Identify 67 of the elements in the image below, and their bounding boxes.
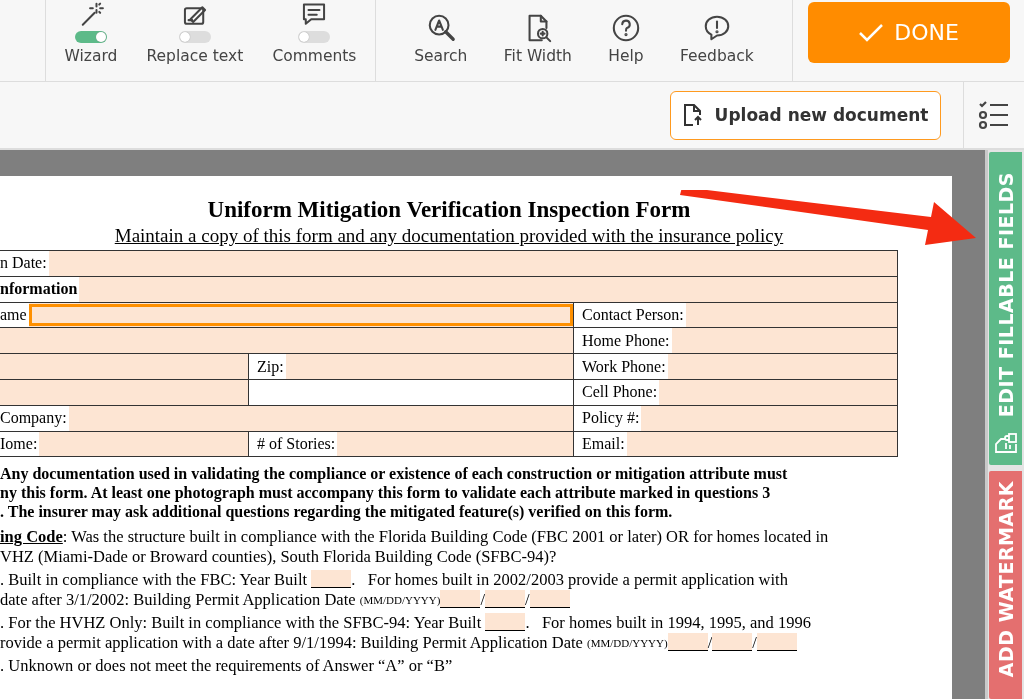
toggle-switch[interactable] xyxy=(298,31,331,43)
form-field[interactable]: Email: xyxy=(573,431,897,457)
form-field[interactable]: Contact Person: xyxy=(573,302,897,328)
form-field[interactable]: Iome: xyxy=(0,431,248,457)
answer-text: / xyxy=(525,590,530,611)
answer-text: . Unknown or does not meet the requirements of Answer “A” or “B” xyxy=(0,656,453,677)
form-title: Uniform Mitigation Verification Inspection Form xyxy=(206,196,692,224)
toolbar-button[interactable]: Feedback xyxy=(675,0,758,81)
field-label: Home Phone: xyxy=(574,328,672,354)
form-field[interactable]: n Date: xyxy=(0,251,897,276)
form-field[interactable]: # of Stories: xyxy=(248,431,573,457)
field-label: Policy #: xyxy=(574,405,642,431)
document-lock-icon xyxy=(993,432,1018,454)
form-field[interactable]: ame xyxy=(0,302,573,328)
toolbar-button[interactable]: Replace text xyxy=(142,0,248,81)
toolbar-button[interactable]: Help xyxy=(604,0,648,81)
answer-text: / xyxy=(752,633,757,654)
toolbar-button[interactable]: Search xyxy=(410,0,472,81)
toolbar-button[interactable]: Comments xyxy=(268,0,361,81)
toggle-switch[interactable] xyxy=(74,31,107,43)
form-field[interactable]: Policy #: xyxy=(573,405,897,431)
form-field[interactable]: Work Phone: xyxy=(573,354,897,379)
tool-label: Replace text xyxy=(146,47,244,65)
tool-label: Wizard xyxy=(64,47,118,65)
field-label: Company: xyxy=(0,405,69,431)
toolbar-button[interactable]: Wizard xyxy=(60,0,122,81)
question-text: VHZ (Miami-Dade or Broward counties), South Florida Building Code (SFBC-94)? xyxy=(0,547,558,568)
form-field[interactable] xyxy=(0,354,248,379)
field-label: Contact Person: xyxy=(574,302,686,328)
notice-text: Any documentation used in validating the compliance or existence of each construction or mitigation attribute must xyxy=(0,464,789,484)
notice-text: ny this form. At least one photograph must accompany this form to validate each attribute marked in questions 3 xyxy=(0,483,772,503)
answer-text: . For homes built in 1994, 1995, and 1996 xyxy=(525,613,811,634)
field-label: Email: xyxy=(574,431,627,457)
answer-text: . For the HVHZ Only: Built in compliance with the SFBC-94: Year Built xyxy=(0,613,483,634)
field-label: n Date: xyxy=(0,251,49,276)
answer-text: . Built in compliance with the FBC: Year Built xyxy=(0,570,309,591)
form-field[interactable] xyxy=(0,328,573,354)
answer-text: . For homes built in 2002/2003 provide a permit application with xyxy=(351,570,788,591)
date-format-hint: (MM/DD/YYYY) xyxy=(359,593,441,609)
field-label: Cell Phone: xyxy=(574,380,660,405)
form-field[interactable] xyxy=(0,380,248,405)
date-format-hint: (MM/DD/YYYY) xyxy=(587,636,668,652)
upload-button[interactable]: Upload new document xyxy=(670,90,941,140)
form-field[interactable]: Company: xyxy=(0,405,573,431)
answer-text: date after 3/1/2002: Building Permit Application Date xyxy=(0,590,357,611)
form-field[interactable]: nformation xyxy=(0,276,897,302)
toggle-switch[interactable] xyxy=(178,31,211,43)
check-icon xyxy=(858,22,885,43)
form-subtitle: Maintain a copy of this form and any documentation provided with the insurance policy xyxy=(113,224,785,248)
help-icon xyxy=(610,13,641,43)
field-label: Work Phone: xyxy=(574,354,668,379)
field-label: # of Stories: xyxy=(249,431,338,457)
toolbar-button[interactable]: Fit Width xyxy=(499,0,576,81)
form-field[interactable]: Zip: xyxy=(248,354,573,379)
field-label: Iome: xyxy=(0,431,40,457)
tool-label: Comments xyxy=(272,47,357,65)
answer-text: / xyxy=(707,633,713,654)
field-label: Zip: xyxy=(249,354,286,379)
form-field[interactable]: Home Phone: xyxy=(573,328,897,354)
answer-text: rovide a permit application with a date after 9/1/1994: Building Permit Application Date xyxy=(0,633,584,654)
field-label: ame xyxy=(0,302,29,328)
form-field[interactable]: Cell Phone: xyxy=(573,380,897,405)
notice-text: . The insurer may ask additional questions regarding the mitigated feature(s) verified on this form. xyxy=(0,502,674,522)
question-text: ing Code: Was the structure built in compliance with the Florida Building Code (FBC 2001 or later) OR for homes located in xyxy=(0,527,830,548)
answer-text: / xyxy=(480,590,485,611)
field-label: nformation xyxy=(0,276,80,302)
document-upload-icon xyxy=(682,103,703,127)
